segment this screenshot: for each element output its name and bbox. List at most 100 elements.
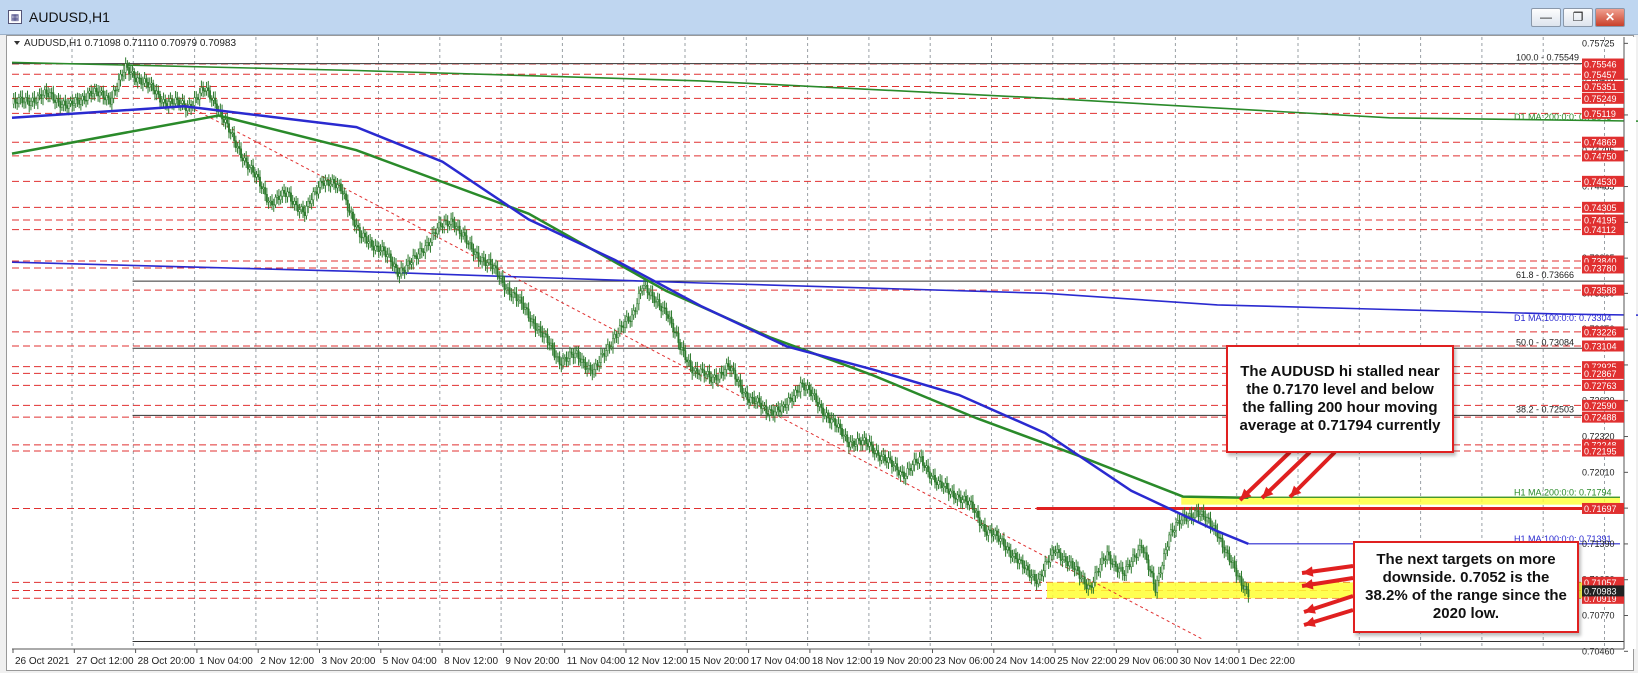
candle-body bbox=[572, 354, 575, 359]
candle-body bbox=[682, 347, 685, 351]
candle-body bbox=[562, 358, 564, 366]
candle-body bbox=[1178, 520, 1181, 525]
candle-body bbox=[104, 97, 106, 101]
candle-body bbox=[880, 456, 883, 461]
candle-body bbox=[982, 524, 985, 526]
candle-body bbox=[1116, 566, 1119, 573]
candle-body bbox=[777, 406, 780, 411]
candle-body bbox=[489, 259, 492, 265]
candle-body bbox=[586, 368, 589, 370]
candle-body bbox=[121, 74, 124, 77]
price-level-tag-label: 0.74869 bbox=[1584, 138, 1617, 148]
candle-body bbox=[584, 362, 587, 370]
candle-body bbox=[859, 440, 862, 445]
candle-body bbox=[267, 200, 270, 203]
candle-body bbox=[641, 288, 644, 292]
candle-body bbox=[246, 162, 249, 170]
candle-body bbox=[822, 407, 825, 417]
candle-body bbox=[625, 316, 628, 322]
candle-body bbox=[1163, 553, 1165, 566]
candle-body bbox=[26, 97, 29, 102]
candle-body bbox=[1113, 561, 1116, 565]
candle-body bbox=[1059, 552, 1062, 561]
candle-body bbox=[655, 301, 657, 304]
time-axis-label: 1 Nov 04:00 bbox=[199, 656, 253, 667]
candle-body bbox=[114, 89, 117, 92]
candle-body bbox=[689, 359, 692, 367]
candle-body bbox=[322, 182, 325, 186]
candle-body bbox=[512, 292, 515, 298]
candle-body bbox=[1204, 516, 1207, 522]
candle-body bbox=[818, 403, 821, 407]
candle-body bbox=[129, 72, 132, 75]
candle-body bbox=[31, 97, 34, 102]
candle-body bbox=[746, 391, 749, 400]
candle-body bbox=[1045, 560, 1048, 563]
candle-body bbox=[892, 465, 895, 468]
ma-label: H1 MA:200:0:0: 0.71794 bbox=[1514, 487, 1612, 497]
candle-body bbox=[1075, 566, 1078, 571]
candle-body bbox=[1021, 560, 1024, 568]
candle-body bbox=[338, 183, 341, 185]
candle-body bbox=[515, 293, 518, 301]
candle-body bbox=[1114, 561, 1117, 568]
candle-body bbox=[820, 403, 823, 409]
candle-body bbox=[751, 396, 754, 399]
candle-body bbox=[1171, 529, 1174, 533]
candle-body bbox=[372, 246, 375, 251]
candle-body bbox=[718, 371, 721, 380]
candle-body bbox=[1149, 569, 1152, 572]
candle-body bbox=[784, 404, 787, 408]
candle-body bbox=[1238, 575, 1241, 578]
candle-body bbox=[496, 267, 499, 277]
candle-body bbox=[1244, 586, 1246, 590]
candle-body bbox=[276, 195, 279, 198]
candle-body bbox=[164, 99, 167, 104]
candle-body bbox=[353, 219, 356, 227]
candle-body bbox=[1195, 510, 1198, 512]
candle-body bbox=[262, 187, 265, 190]
candle-body bbox=[1223, 546, 1226, 553]
candle-body bbox=[1164, 549, 1167, 555]
candle-body bbox=[980, 524, 983, 526]
candle-body bbox=[1099, 564, 1102, 573]
candle-body bbox=[934, 475, 936, 483]
candle-body bbox=[55, 98, 58, 103]
candle-body bbox=[667, 314, 670, 319]
candle-body bbox=[71, 100, 74, 106]
candle-body bbox=[560, 363, 563, 366]
candle-body bbox=[1188, 513, 1191, 517]
candle-body bbox=[1016, 558, 1019, 564]
candle-body bbox=[899, 471, 902, 476]
annotation-callout-top: The AUDUSD hi stalled near the 0.7170 le… bbox=[1226, 345, 1454, 453]
candle-body bbox=[839, 423, 842, 429]
candle-body bbox=[846, 434, 849, 443]
candle-body bbox=[298, 209, 301, 212]
candle-body bbox=[608, 344, 611, 348]
candle-body bbox=[1133, 554, 1136, 558]
candle-body bbox=[503, 282, 506, 291]
candle-body bbox=[405, 265, 408, 273]
candle-body bbox=[1064, 556, 1067, 562]
candle-body bbox=[975, 510, 978, 513]
candle-body bbox=[245, 157, 248, 163]
candle-body bbox=[927, 465, 930, 473]
candle-body bbox=[64, 100, 67, 106]
candle-body bbox=[937, 480, 940, 485]
candle-body bbox=[305, 205, 308, 216]
candle-body bbox=[954, 497, 957, 500]
candle-body bbox=[758, 397, 761, 404]
candle-body bbox=[1047, 560, 1050, 563]
candle-body bbox=[798, 391, 800, 393]
candle-body bbox=[157, 90, 160, 95]
time-axis-label: 28 Oct 20:00 bbox=[138, 656, 196, 667]
candle-body bbox=[606, 344, 609, 351]
candle-body bbox=[620, 325, 623, 327]
time-axis-label: 3 Nov 20:00 bbox=[322, 656, 376, 667]
time-axis-label: 18 Nov 12:00 bbox=[812, 656, 872, 667]
candle-body bbox=[453, 221, 456, 229]
candle-body bbox=[866, 443, 869, 447]
candle-body bbox=[469, 242, 472, 245]
candle-body bbox=[448, 224, 451, 227]
candle-body bbox=[556, 356, 559, 358]
